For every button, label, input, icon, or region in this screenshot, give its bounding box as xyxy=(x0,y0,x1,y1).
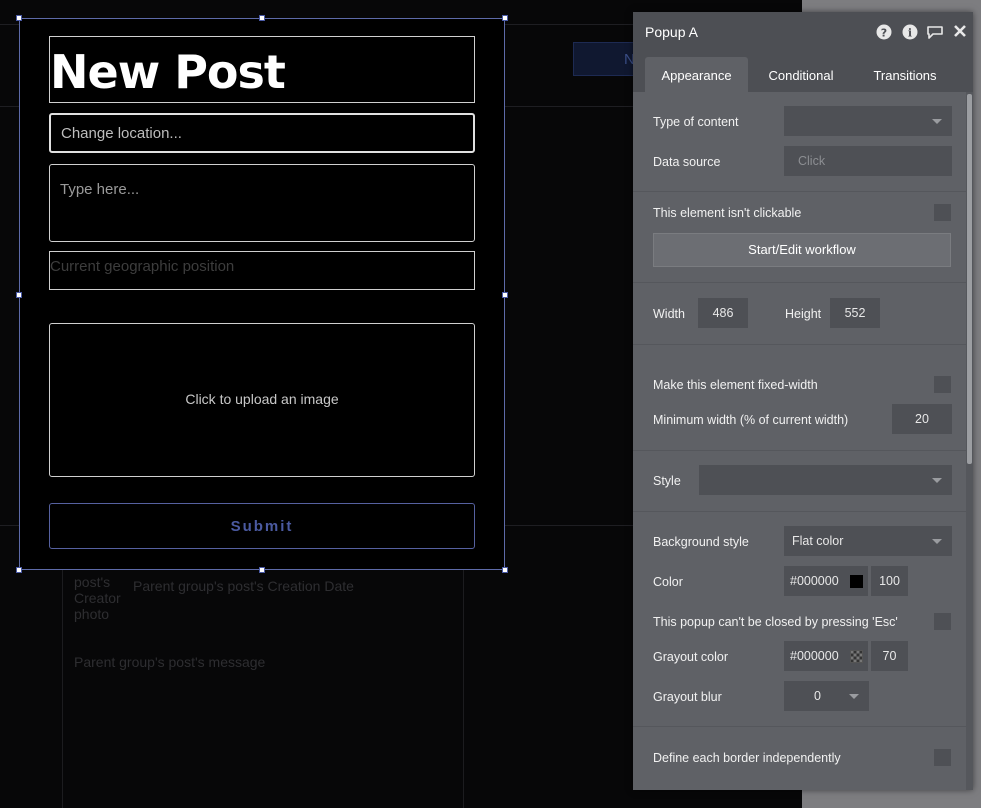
bg-style-label: Background style xyxy=(653,535,749,549)
resize-handle-top[interactable] xyxy=(259,15,265,21)
start-edit-workflow-button[interactable]: Start/Edit workflow xyxy=(653,233,951,267)
popup-title: New Post xyxy=(50,45,286,99)
color-opacity-input[interactable]: 100 xyxy=(871,566,908,596)
location-input[interactable]: Change location... xyxy=(49,113,475,153)
upload-label: Click to upload an image xyxy=(185,391,339,407)
section-divider xyxy=(633,191,966,192)
panel-scrollbar-thumb[interactable] xyxy=(967,94,972,464)
background-post-card: post's Creator photo Parent group's post… xyxy=(62,560,464,808)
fixed-width-label: Make this element fixed-width xyxy=(653,378,818,392)
tab-appearance[interactable]: Appearance xyxy=(645,57,748,92)
bg-style-dropdown[interactable]: Flat color xyxy=(784,526,952,556)
svg-text:?: ? xyxy=(881,27,887,40)
close-icon[interactable] xyxy=(952,24,968,40)
post-message-text: Parent group's post's message xyxy=(74,654,266,670)
height-input[interactable]: 552 xyxy=(830,298,880,328)
resize-handle-bottom[interactable] xyxy=(259,567,265,573)
width-input[interactable]: 486 xyxy=(698,298,748,328)
geo-placeholder: Current geographic position xyxy=(50,258,235,275)
section-divider xyxy=(633,282,966,283)
not-clickable-checkbox[interactable] xyxy=(934,204,951,221)
color-hex: #000000 xyxy=(790,574,839,588)
geo-position-input[interactable]: Current geographic position xyxy=(49,251,475,290)
esc-close-label: This popup can't be closed by pressing '… xyxy=(653,615,898,629)
tab-transitions[interactable]: Transitions xyxy=(857,57,953,92)
submit-label: Submit xyxy=(230,518,294,535)
post-date-text: Parent group's post's Creation Date xyxy=(133,578,354,594)
creator-photo-placeholder: post's Creator photo xyxy=(74,574,121,622)
section-divider xyxy=(633,511,966,512)
message-placeholder: Type here... xyxy=(60,181,140,198)
grayout-swatch[interactable] xyxy=(850,650,863,663)
style-dropdown[interactable] xyxy=(699,465,952,495)
title-text-box: New Post xyxy=(49,36,475,103)
min-width-label: Minimum width (% of current width) xyxy=(653,413,849,427)
property-tabs: Appearance Conditional Transitions xyxy=(633,50,973,92)
comment-icon[interactable] xyxy=(926,24,943,40)
resize-handle-bottom-right[interactable] xyxy=(502,567,508,573)
fixed-width-checkbox[interactable] xyxy=(934,376,951,393)
esc-close-checkbox[interactable] xyxy=(934,613,951,630)
min-width-input[interactable]: 20 xyxy=(892,404,952,434)
style-label: Style xyxy=(653,474,681,488)
chevron-down-icon xyxy=(932,539,942,544)
section-divider xyxy=(633,726,966,727)
color-label: Color xyxy=(653,575,683,589)
grayout-color-label: Grayout color xyxy=(653,650,729,664)
section-divider xyxy=(633,450,966,451)
location-placeholder: Change location... xyxy=(61,125,182,142)
border-independent-label: Define each border independently xyxy=(653,751,841,765)
color-swatch[interactable] xyxy=(850,575,863,588)
popup-new-post[interactable]: New Post Change location... Type here...… xyxy=(19,18,505,570)
grayout-color-picker[interactable]: #000000 xyxy=(784,641,868,671)
resize-handle-left[interactable] xyxy=(16,292,22,298)
grayout-blur-dropdown[interactable]: 0 xyxy=(784,681,869,711)
submit-button[interactable]: Submit xyxy=(49,503,475,549)
not-clickable-label: This element isn't clickable xyxy=(653,206,802,220)
property-editor-header[interactable]: Popup A ? i xyxy=(633,12,973,50)
property-editor: Popup A ? i Appearance Conditional Trans… xyxy=(633,12,973,790)
section-divider xyxy=(633,344,966,345)
color-picker[interactable]: #000000 xyxy=(784,566,868,596)
data-source-input[interactable]: Click xyxy=(784,146,952,176)
chevron-down-icon xyxy=(932,478,942,483)
resize-handle-top-left[interactable] xyxy=(16,15,22,21)
svg-text:i: i xyxy=(908,27,912,40)
chevron-down-icon xyxy=(849,694,859,699)
creator-photo-label: post's xyxy=(74,574,111,590)
help-icon[interactable]: ? xyxy=(876,24,892,40)
grayout-hex: #000000 xyxy=(790,649,839,663)
data-source-label: Data source xyxy=(653,155,721,169)
tab-conditional[interactable]: Conditional xyxy=(753,57,849,92)
bg-style-value: Flat color xyxy=(792,534,844,548)
grayout-blur-label: Grayout blur xyxy=(653,690,722,704)
grayout-opacity-input[interactable]: 70 xyxy=(871,641,908,671)
message-input[interactable]: Type here... xyxy=(49,164,475,242)
creator-photo-label: photo xyxy=(74,606,110,622)
image-uploader[interactable]: Click to upload an image xyxy=(49,323,475,477)
width-label: Width xyxy=(653,307,685,321)
creator-photo-label: Creator xyxy=(74,590,121,606)
resize-handle-bottom-left[interactable] xyxy=(16,567,22,573)
resize-handle-top-right[interactable] xyxy=(502,15,508,21)
border-independent-checkbox[interactable] xyxy=(934,749,951,766)
property-editor-title: Popup A xyxy=(645,24,698,40)
resize-handle-right[interactable] xyxy=(502,292,508,298)
height-label: Height xyxy=(785,307,822,321)
chevron-down-icon xyxy=(932,119,942,124)
info-icon[interactable]: i xyxy=(902,24,918,40)
type-of-content-dropdown[interactable] xyxy=(784,106,952,136)
type-of-content-label: Type of content xyxy=(653,115,739,129)
grayout-blur-value: 0 xyxy=(814,689,821,703)
data-source-placeholder: Click xyxy=(798,154,826,168)
